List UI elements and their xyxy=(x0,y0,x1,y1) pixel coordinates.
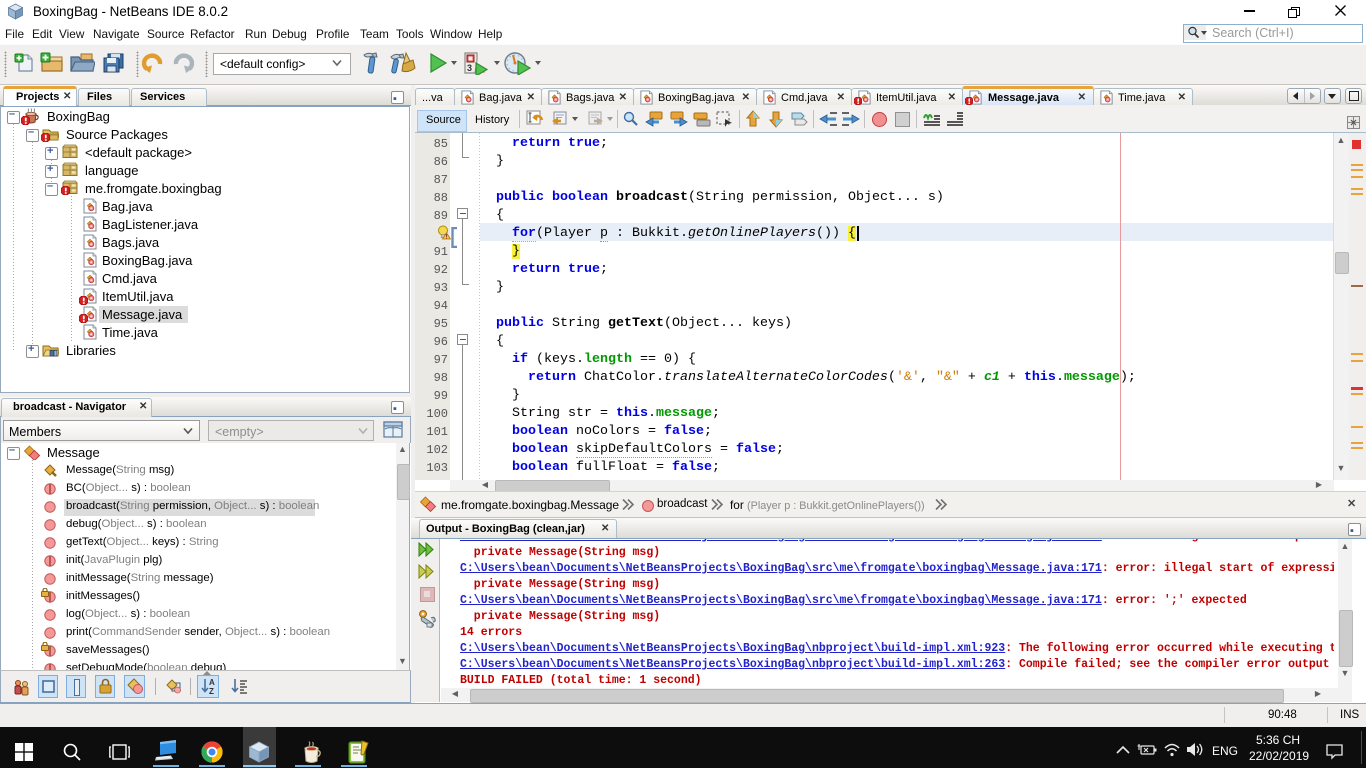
svg-text:!: ! xyxy=(446,235,448,240)
svg-text:Z: Z xyxy=(209,687,214,696)
svg-text:A: A xyxy=(209,678,215,687)
svg-text:3: 3 xyxy=(467,63,472,73)
